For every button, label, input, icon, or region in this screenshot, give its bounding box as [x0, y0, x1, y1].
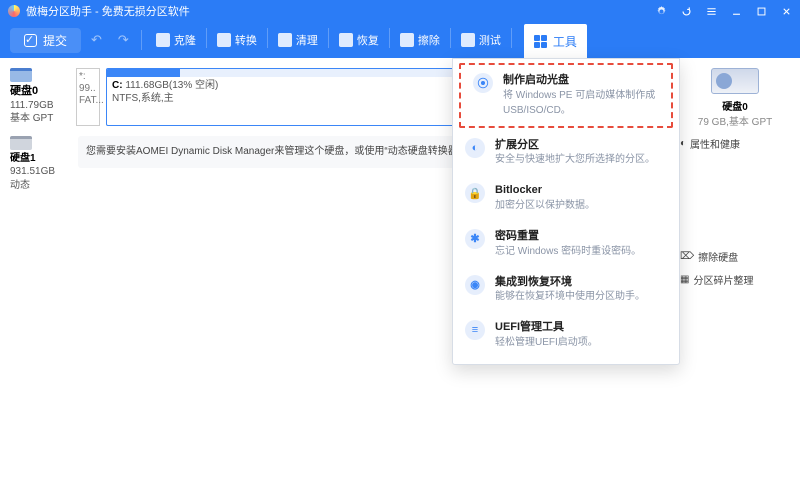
tool-icon [461, 33, 475, 47]
commit-label: 提交 [43, 32, 67, 49]
health-label: 属性和健康 [690, 136, 740, 151]
toolbar-擦除[interactable]: 擦除 [392, 28, 448, 52]
menu-item-desc: 忘记 Windows 密码时重设密码。 [495, 246, 641, 257]
toolbar-清理[interactable]: 清理 [270, 28, 326, 52]
separator [267, 28, 268, 48]
menu-item-icon: 🔒 [465, 183, 485, 203]
toolbar-克隆[interactable]: 克隆 [148, 28, 204, 52]
tools-menu-密码重置[interactable]: ✱ 密码重置忘记 Windows 密码时重设密码。 [453, 221, 679, 267]
tools-tab-label: 工具 [553, 33, 577, 50]
separator [328, 28, 329, 48]
commit-button[interactable]: 提交 [10, 28, 81, 53]
tool-label: 清理 [296, 32, 318, 48]
separator [141, 30, 142, 50]
tool-icon [400, 33, 414, 47]
tool-label: 测试 [479, 32, 501, 48]
tools-dropdown: ⦿ 制作启动光盘将 Windows PE 可启动媒体制作成 USB/ISO/CD。… [452, 58, 680, 365]
redo-button[interactable]: ↷ [112, 32, 135, 48]
minimize-icon[interactable] [731, 6, 742, 17]
menu-item-desc: 能够在恢复环境中使用分区助手。 [495, 291, 645, 302]
separator [389, 28, 390, 48]
tools-menu-集成到恢复环境[interactable]: ◉ 集成到恢复环境能够在恢复环境中使用分区助手。 [453, 267, 679, 313]
partition-unknown[interactable]: *: 99.. FAT... [76, 68, 100, 126]
check-icon [24, 34, 37, 47]
menu-item-title: Bitlocker [495, 183, 595, 198]
disk1-name: 硬盘1 [10, 153, 36, 164]
separator [206, 28, 207, 48]
menu-item-icon: ⦿ [473, 73, 493, 93]
tool-icon [278, 33, 292, 47]
c-letter: C: [112, 80, 123, 91]
wipe-disk-button[interactable]: ⌦ 擦除硬盘 [680, 249, 790, 264]
maximize-icon[interactable] [756, 6, 767, 17]
menu-item-desc: 将 Windows PE 可启动媒体制作成 USB/ISO/CD。 [503, 90, 655, 116]
tools-menu-Bitlocker[interactable]: 🔒 Bitlocker 加密分区以保护数据。 [453, 175, 679, 221]
tool-label: 恢复 [357, 32, 379, 48]
tools-menu-扩展分区[interactable]: ◐ 扩展分区安全与快速地扩大您所选择的分区。 [453, 130, 679, 176]
menu-icon[interactable] [706, 6, 717, 17]
c-fs: NTFS,系统,主 [112, 93, 174, 104]
disk0-name: 硬盘0 [10, 84, 70, 99]
toolbar-测试[interactable]: 测试 [453, 28, 509, 52]
tool-label: 擦除 [418, 32, 440, 48]
menu-item-desc: 轻松管理UEFI启动项。 [495, 337, 598, 348]
menu-item-title: 集成到恢复环境 [495, 275, 645, 290]
selected-disk-panel: 硬盘0 79 GB,基本 GPT [680, 68, 790, 128]
menu-item-desc: 安全与快速地扩大您所选择的分区。 [495, 154, 655, 165]
tools-menu-UEFI管理工具[interactable]: ≡ UEFI管理工具轻松管理UEFI启动项。 [453, 312, 679, 358]
wipe-label: 擦除硬盘 [698, 249, 738, 264]
sel-disk-name: 硬盘0 [722, 102, 748, 113]
menu-item-title: 制作启动光盘 [503, 73, 659, 88]
separator [511, 28, 512, 48]
grid-icon [534, 35, 547, 48]
app-title: 傲梅分区助手 - 免费无损分区软件 [26, 3, 190, 19]
tools-menu-制作启动光盘[interactable]: ⦿ 制作启动光盘将 Windows PE 可启动媒体制作成 USB/ISO/CD。 [459, 63, 673, 128]
menu-item-icon: ◐ [465, 138, 485, 158]
tool-label: 转换 [235, 32, 257, 48]
menu-item-icon: ✱ [465, 229, 485, 249]
disk1-scheme: 动态 [10, 180, 30, 191]
main-toolbar: 提交 ↶ ↷ 克隆 转换 清理 恢复 擦除 测试 工具 [0, 22, 800, 58]
undo-button[interactable]: ↶ [85, 32, 108, 48]
menu-item-icon: ≡ [465, 320, 485, 340]
defrag-button[interactable]: ▦ 分区碎片整理 [680, 272, 790, 287]
tool-label: 克隆 [174, 32, 196, 48]
close-icon[interactable] [781, 6, 792, 17]
part-size: 99.. [79, 83, 97, 95]
menu-item-title: 扩展分区 [495, 138, 655, 153]
disk0-scheme: 基本 GPT [10, 113, 53, 124]
part-fs: FAT... [79, 95, 97, 107]
disk1-size: 931.51GB [10, 166, 55, 177]
disk-icon [10, 136, 32, 150]
app-logo [8, 5, 20, 17]
menu-item-title: 密码重置 [495, 229, 641, 244]
tool-icon [217, 33, 231, 47]
menu-item-desc: 加密分区以保护数据。 [495, 200, 595, 211]
gear-icon[interactable] [656, 6, 667, 17]
part-letter: *: [79, 71, 97, 83]
tools-tab[interactable]: 工具 [524, 24, 587, 58]
health-button[interactable]: ◐ 属性和健康 [680, 136, 790, 151]
tool-icon [339, 33, 353, 47]
disk0-size: 111.79GB [10, 100, 54, 111]
menu-item-icon: ◉ [465, 275, 485, 295]
c-size: 111.68GB(13% 空闲) [125, 80, 218, 91]
separator [450, 28, 451, 48]
toolbar-恢复[interactable]: 恢复 [331, 28, 387, 52]
defrag-label: 分区碎片整理 [693, 272, 753, 287]
sel-disk-info: 79 GB,基本 GPT [680, 113, 790, 128]
tool-icon [156, 33, 170, 47]
menu-item-title: UEFI管理工具 [495, 320, 598, 335]
toolbar-转换[interactable]: 转换 [209, 28, 265, 52]
refresh-icon[interactable] [681, 6, 692, 17]
disk-image-icon [711, 68, 759, 94]
disk-icon [10, 68, 32, 82]
